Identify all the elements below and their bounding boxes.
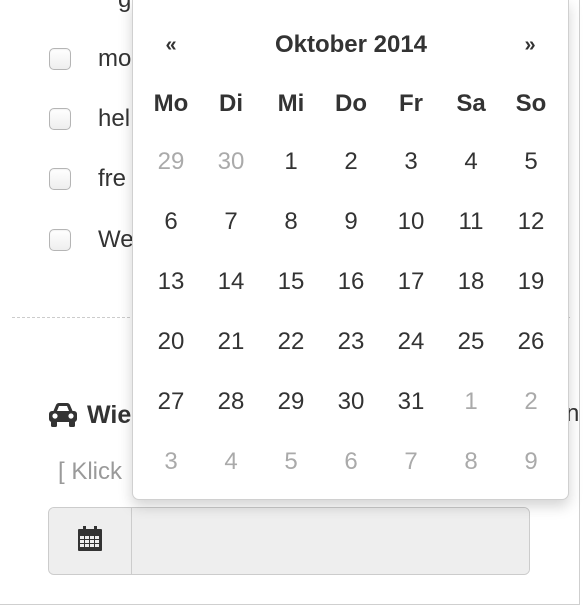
checkbox[interactable] (49, 48, 71, 70)
day-cell-other-month[interactable]: 5 (261, 432, 321, 492)
day-cell[interactable]: 17 (381, 252, 441, 312)
day-cell[interactable]: 9 (321, 192, 381, 252)
day-cell[interactable]: 18 (441, 252, 501, 312)
day-cell[interactable]: 26 (501, 312, 561, 372)
day-cell[interactable]: 4 (441, 132, 501, 192)
date-input-group (48, 507, 530, 575)
day-cell-other-month[interactable]: 1 (441, 372, 501, 432)
weekday-header-row: Mo Di Mi Do Fr Sa So (141, 82, 561, 126)
checkbox[interactable] (49, 168, 71, 190)
day-cell[interactable]: 16 (321, 252, 381, 312)
checkbox[interactable] (49, 108, 71, 130)
checkbox-option-2[interactable]: hel (49, 105, 130, 133)
day-cell[interactable]: 30 (321, 372, 381, 432)
next-month-button[interactable]: » (510, 28, 550, 62)
weekday-header: Sa (456, 90, 486, 117)
day-cell-other-month[interactable]: 7 (381, 432, 441, 492)
clipped-label-text: g (118, 0, 131, 14)
checkbox[interactable] (49, 229, 71, 251)
checkbox-option-4[interactable]: We (49, 226, 134, 254)
day-grid: 29 30 1 2 3 4 5 6 7 8 9 10 11 12 13 14 15 16 17 18 19 20 21 22 2… (141, 132, 561, 492)
day-cell-other-month[interactable]: 3 (141, 432, 201, 492)
day-cell[interactable]: 14 (201, 252, 261, 312)
checkbox-label: hel (98, 105, 131, 132)
datepicker-header: « Oktober 2014 » (133, 22, 568, 66)
day-cell[interactable]: 12 (501, 192, 561, 252)
checkbox-label: We (98, 226, 134, 253)
car-icon (47, 401, 79, 429)
day-cell[interactable]: 11 (441, 192, 501, 252)
weekday-header: Mi (277, 90, 305, 117)
section-heading: Wie (47, 398, 131, 432)
day-cell[interactable]: 3 (381, 132, 441, 192)
section-heading-text: Wie (87, 400, 132, 429)
day-cell[interactable]: 27 (141, 372, 201, 432)
weekday-header: Do (335, 90, 367, 117)
day-cell[interactable]: 24 (381, 312, 441, 372)
weekday-header: So (515, 90, 547, 117)
calendar-addon[interactable] (49, 508, 132, 574)
day-cell[interactable]: 22 (261, 312, 321, 372)
hint-text: [ Klick (58, 458, 123, 485)
checkbox-option-3[interactable]: fre (49, 165, 126, 193)
day-cell[interactable]: 7 (201, 192, 261, 252)
datepicker-popup: « Oktober 2014 » Mo Di Mi Do Fr Sa So 29 30 1 2 3 4… (132, 0, 569, 500)
day-cell[interactable]: 2 (321, 132, 381, 192)
day-cell[interactable]: 21 (201, 312, 261, 372)
day-cell[interactable]: 28 (201, 372, 261, 432)
day-cell[interactable]: 1 (261, 132, 321, 192)
day-cell[interactable]: 29 (261, 372, 321, 432)
day-cell[interactable]: 5 (501, 132, 561, 192)
day-cell[interactable]: 13 (141, 252, 201, 312)
day-cell[interactable]: 23 (321, 312, 381, 372)
checkbox-option-1[interactable]: mo (49, 45, 131, 73)
day-cell-other-month[interactable]: 30 (201, 132, 261, 192)
day-cell[interactable]: 6 (141, 192, 201, 252)
day-cell-other-month[interactable]: 29 (141, 132, 201, 192)
weekday-header: Fr (399, 90, 423, 117)
day-cell[interactable]: 25 (441, 312, 501, 372)
checkbox-label: fre (98, 165, 127, 192)
month-title[interactable]: Oktober 2014 (213, 28, 489, 62)
day-cell[interactable]: 15 (261, 252, 321, 312)
date-input[interactable] (132, 508, 529, 574)
day-cell[interactable]: 19 (501, 252, 561, 312)
weekday-header: Di (219, 90, 243, 117)
day-cell-other-month[interactable]: 9 (501, 432, 561, 492)
day-cell[interactable]: 20 (141, 312, 201, 372)
day-cell-other-month[interactable]: 2 (501, 372, 561, 432)
prev-month-button[interactable]: « (151, 28, 191, 62)
day-cell-other-month[interactable]: 4 (201, 432, 261, 492)
day-cell[interactable]: 31 (381, 372, 441, 432)
day-cell-other-month[interactable]: 6 (321, 432, 381, 492)
day-cell-other-month[interactable]: 8 (441, 432, 501, 492)
day-cell[interactable]: 10 (381, 192, 441, 252)
checkbox-label: mo (98, 45, 132, 72)
day-cell[interactable]: 8 (261, 192, 321, 252)
calendar-icon (76, 525, 104, 558)
weekday-header: Mo (153, 90, 189, 117)
